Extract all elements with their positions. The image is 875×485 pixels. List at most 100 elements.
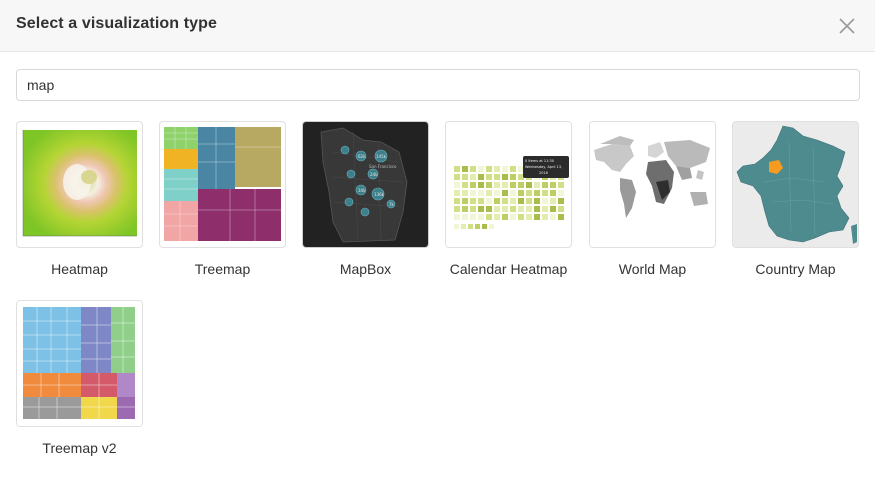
calendar-cell [510, 182, 516, 188]
calendar-cell [462, 182, 468, 188]
calendar-cell [470, 166, 476, 172]
calendar-cell [454, 190, 460, 196]
calendar-cell [534, 214, 540, 220]
tile-treemap-v2[interactable]: Treemap v2 [16, 300, 143, 456]
calendar-cell [502, 174, 508, 180]
calendar-cell [462, 214, 468, 220]
tile-mapbox[interactable]: 145k 62k 24k 136k 34k 7k San Francisco M… [302, 121, 429, 277]
calendar-cell [502, 214, 508, 220]
calendar-cell [462, 206, 468, 212]
modal-title: Select a visualization type [16, 15, 217, 32]
calendar-cell [510, 214, 516, 220]
calendar-cell [478, 206, 484, 212]
calendar-cell [534, 190, 540, 196]
calendar-cell [558, 198, 564, 204]
calendar-tooltip-line: 0 Items at 11:30 [525, 159, 554, 163]
calendar-cell [502, 190, 508, 196]
calendar-cell [534, 182, 540, 188]
calendar-cell [486, 182, 492, 188]
calendar-cell [462, 190, 468, 196]
calendar-legend-cell [482, 224, 487, 229]
calendar-cell [502, 198, 508, 204]
calendar-cell [550, 198, 556, 204]
calendar-cell [526, 198, 532, 204]
calendar-cell [558, 214, 564, 220]
calendar-cell [550, 214, 556, 220]
close-button[interactable] [836, 15, 858, 37]
tile-label: MapBox [339, 261, 392, 277]
calendar-cell [550, 190, 556, 196]
calendar-cell [550, 206, 556, 212]
treemap-v2-thumbnail [16, 300, 143, 427]
tile-treemap[interactable]: Treemap [159, 121, 286, 277]
calendar-heatmap-thumbnail: 0 Items at 11:30 Wednesday, April 13, 20… [445, 121, 572, 248]
calendar-cell [478, 174, 484, 180]
calendar-cell [494, 166, 500, 172]
tile-heatmap[interactable]: Heatmap [16, 121, 143, 277]
calendar-cell [510, 190, 516, 196]
calendar-legend-cell [468, 224, 473, 229]
tile-country-map[interactable]: Country Map [732, 121, 859, 277]
calendar-cell [454, 182, 460, 188]
calendar-cell [470, 174, 476, 180]
calendar-cell [526, 214, 532, 220]
calendar-cell [518, 206, 524, 212]
calendar-cell [510, 174, 516, 180]
calendar-cell [502, 206, 508, 212]
calendar-cell [486, 206, 492, 212]
mapbox-thumbnail: 145k 62k 24k 136k 34k 7k San Francisco [302, 121, 429, 248]
calendar-cell [518, 182, 524, 188]
calendar-cell [454, 174, 460, 180]
calendar-legend-cell [454, 224, 459, 229]
tile-label: Country Map [755, 261, 836, 277]
calendar-cell [462, 166, 468, 172]
mapbox-count: 136k [374, 192, 385, 197]
calendar-cell [486, 166, 492, 172]
modal-header: Select a visualization type [0, 0, 875, 52]
calendar-cell [494, 182, 500, 188]
calendar-cell [478, 190, 484, 196]
calendar-cell [478, 214, 484, 220]
calendar-cell [526, 190, 532, 196]
calendar-cell [454, 206, 460, 212]
tile-label: Treemap v2 [42, 440, 117, 456]
mapbox-count: 34k [358, 188, 366, 193]
calendar-cell [518, 214, 524, 220]
calendar-cell [534, 198, 540, 204]
tile-world-map[interactable]: World Map [589, 121, 716, 277]
calendar-cell [518, 190, 524, 196]
calendar-cell [494, 174, 500, 180]
calendar-cell [486, 190, 492, 196]
calendar-cell [494, 198, 500, 204]
calendar-cell [470, 206, 476, 212]
calendar-cell [558, 206, 564, 212]
calendar-cell [542, 206, 548, 212]
calendar-cell [494, 190, 500, 196]
calendar-cell [558, 182, 564, 188]
calendar-cell [462, 198, 468, 204]
mapbox-city-label: San Francisco [369, 164, 397, 169]
calendar-cell [502, 166, 508, 172]
calendar-cell [462, 174, 468, 180]
search-input[interactable] [16, 69, 860, 101]
calendar-cell [454, 166, 460, 172]
calendar-cell [494, 206, 500, 212]
calendar-legend-cell [461, 224, 466, 229]
calendar-cell [478, 182, 484, 188]
world-map-thumbnail [589, 121, 716, 248]
calendar-cell [454, 198, 460, 204]
calendar-cell [470, 198, 476, 204]
visualization-type-modal: Select a visualization type map Heatmap … [0, 0, 875, 485]
calendar-cell [510, 198, 516, 204]
mapbox-count: 62k [358, 154, 366, 159]
close-icon [839, 18, 855, 34]
calendar-cell [542, 198, 548, 204]
calendar-cell [526, 206, 532, 212]
calendar-cell [486, 214, 492, 220]
calendar-cell [470, 182, 476, 188]
calendar-cell [542, 214, 548, 220]
tile-label: Calendar Heatmap [449, 261, 568, 277]
tile-calendar-heatmap[interactable]: 0 Items at 11:30 Wednesday, April 13, 20… [445, 121, 572, 277]
country-map-thumbnail [732, 121, 859, 248]
calendar-cell [550, 182, 556, 188]
